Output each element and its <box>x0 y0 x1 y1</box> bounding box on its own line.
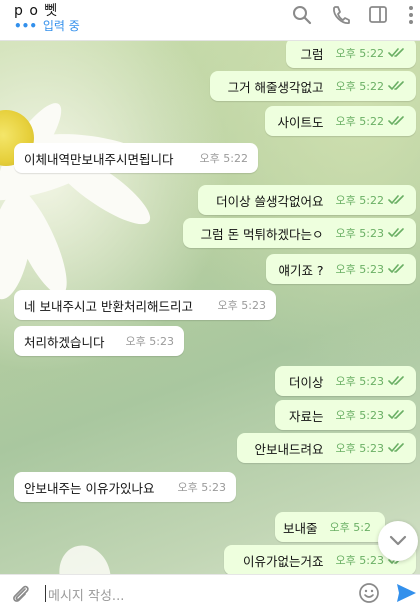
message-text: 자료는 <box>289 408 324 424</box>
typing-dots-icon: ••• <box>14 19 38 33</box>
text-caret <box>45 585 46 602</box>
message-text: 보내줄 <box>283 520 318 536</box>
message-bubble-outgoing[interactable]: 더이상 쓸생각없어요 오후 5:22 <box>198 185 416 215</box>
emoji-icon[interactable] <box>358 582 380 604</box>
message-text: 사이트도 <box>277 114 324 130</box>
message-bubble-incoming[interactable]: 네 보내주시고 반환처리해드리고 오후 5:23 <box>14 290 276 320</box>
message-text: 이유가없는거죠 <box>243 553 324 569</box>
message-time: 오후 5:23 <box>335 227 384 240</box>
paperclip-icon[interactable] <box>10 583 32 605</box>
message-bubble-outgoing[interactable]: 그럼 오후 5:22 <box>286 40 416 68</box>
scroll-down-button[interactable] <box>378 521 418 561</box>
double-check-icon <box>388 228 404 237</box>
message-time: 오후 5:23 <box>335 409 384 422</box>
message-time: 오후 5:23 <box>335 263 384 276</box>
message-text: 이체내역만보내주시면됩니다 <box>24 151 174 167</box>
message-text: 더이상 쓸생각없어요 <box>216 193 324 209</box>
chat-area[interactable]: 그럼 오후 5:22 그거 해줄생각없고 오후 5:22 사이트도 오후 5:22 이체내역… <box>0 40 420 574</box>
message-bubble-outgoing[interactable]: 보내줄 오후 5:2 <box>275 512 385 542</box>
message-time: 오후 5:22 <box>335 115 384 128</box>
message-text: 그럼 돈 먹튀하겠다는ㅇ <box>200 226 324 242</box>
message-text: 더이상 <box>289 374 324 390</box>
message-bubble-outgoing[interactable]: 얘기죠 ? 오후 5:23 <box>266 254 416 284</box>
message-time: 오후 5:2 <box>329 521 371 534</box>
double-check-icon <box>388 81 404 90</box>
typing-status: ••• 입력 중 <box>14 17 80 34</box>
send-icon[interactable] <box>394 581 418 605</box>
message-time: 오후 5:22 <box>335 194 384 207</box>
double-check-icon <box>388 116 404 125</box>
message-bubble-outgoing[interactable]: 그거 해줄생각없고 오후 5:22 <box>210 71 416 101</box>
more-icon[interactable] <box>400 4 420 26</box>
message-bubble-outgoing[interactable]: 그럼 돈 먹튀하겠다는ㅇ 오후 5:23 <box>183 218 416 248</box>
message-bubble-outgoing[interactable]: 더이상 오후 5:23 <box>275 366 416 396</box>
message-time: 오후 5:23 <box>217 299 266 312</box>
search-icon[interactable] <box>291 4 313 26</box>
phone-icon[interactable] <box>330 4 352 26</box>
message-bubble-outgoing[interactable]: 사이트도 오후 5:22 <box>265 106 416 136</box>
message-text: 안보내주는 이유가있나요 <box>24 480 155 496</box>
message-composer: 메시지 작성... <box>0 574 420 611</box>
message-text: 그거 해줄생각없고 <box>227 79 324 95</box>
typing-status-text: 입력 중 <box>42 19 80 33</box>
double-check-icon <box>388 376 404 385</box>
double-check-icon <box>388 48 404 57</box>
double-check-icon <box>388 195 404 204</box>
message-time: 오후 5:22 <box>335 80 384 93</box>
message-bubble-outgoing[interactable]: 자료는 오후 5:23 <box>275 400 416 430</box>
message-time: 오후 5:22 <box>199 152 248 165</box>
double-check-icon <box>388 443 404 452</box>
message-bubble-outgoing[interactable]: 안보내드려요 오후 5:23 <box>237 433 416 463</box>
double-check-icon <box>388 410 404 419</box>
chat-header: p o 뻿 ••• 입력 중 <box>0 0 420 41</box>
message-text: 네 보내주시고 반환처리해드리고 <box>24 298 193 314</box>
message-text: 안보내드려요 <box>254 441 324 457</box>
message-bubble-incoming[interactable]: 이체내역만보내주시면됩니다 오후 5:22 <box>14 143 258 173</box>
message-time: 오후 5:23 <box>177 481 226 494</box>
message-time: 오후 5:23 <box>125 335 174 348</box>
message-text: 얘기죠 ? <box>278 262 324 278</box>
message-time: 오후 5:23 <box>335 375 384 388</box>
message-time: 오후 5:22 <box>335 47 384 60</box>
double-check-icon <box>388 264 404 273</box>
message-text: 처리하겠습니다 <box>24 334 105 350</box>
message-input[interactable]: 메시지 작성... <box>48 585 124 604</box>
message-time: 오후 5:23 <box>335 554 384 567</box>
message-time: 오후 5:23 <box>335 442 384 455</box>
sidebar-icon[interactable] <box>367 4 389 26</box>
chevron-down-icon <box>389 535 407 546</box>
message-bubble-incoming[interactable]: 안보내주는 이유가있나요 오후 5:23 <box>14 472 236 502</box>
message-text: 그럼 <box>300 46 324 62</box>
message-bubble-incoming[interactable]: 처리하겠습니다 오후 5:23 <box>14 326 184 356</box>
